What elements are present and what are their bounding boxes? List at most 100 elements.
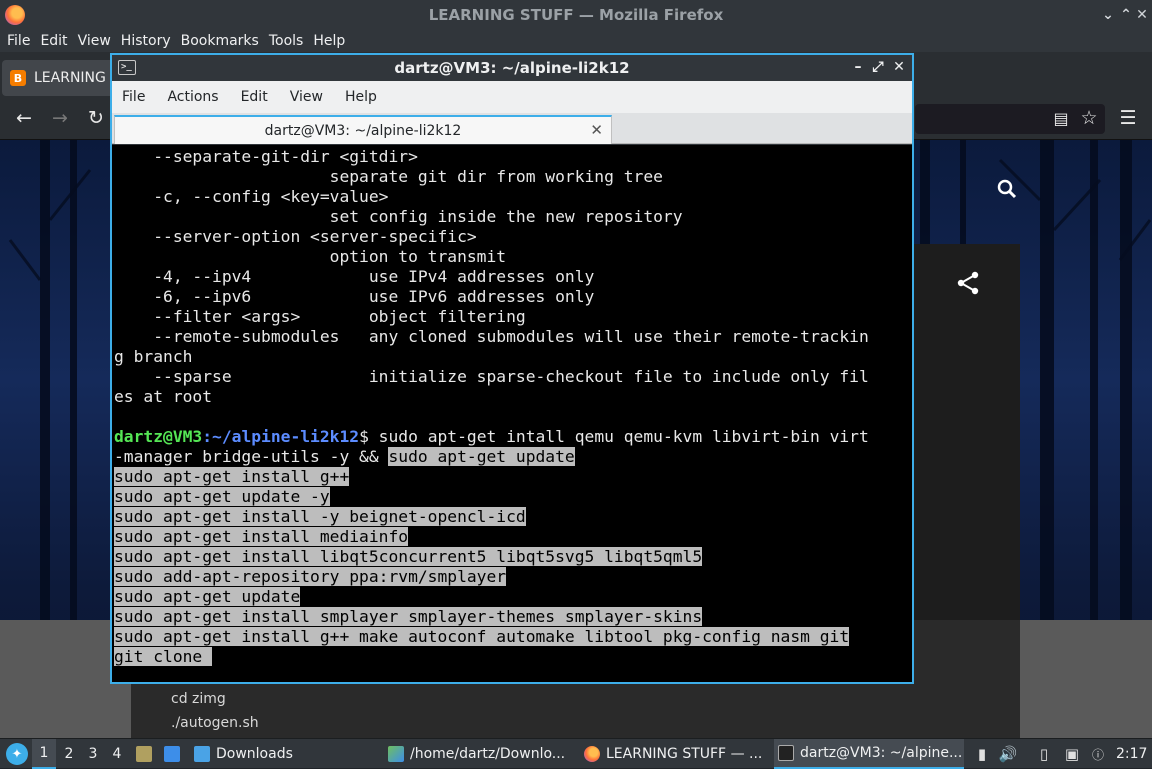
terminal-selected-line: sudo apt-get install libqt5concurrent5 l… xyxy=(114,547,703,567)
terminal-command-continuation: -manager bridge-utils -y && sudo apt-get… xyxy=(114,447,575,467)
page-side-panel xyxy=(912,244,1020,620)
task-terminal[interactable]: dartz@VM3: ~/alpine... xyxy=(774,739,964,769)
selected-text: git clone xyxy=(114,647,213,666)
prompt-user: dartz@VM3 xyxy=(114,427,203,446)
terminal-output-line: set config inside the new repository xyxy=(114,207,683,226)
terminal-output-line: --filter <args> object filtering xyxy=(114,307,526,326)
app-launcher-icon[interactable]: ✦ xyxy=(6,743,28,765)
show-desktop-icon[interactable] xyxy=(162,744,182,764)
downloads-label: Downloads xyxy=(216,746,293,762)
terminal-window[interactable]: >_ dartz@VM3: ~/alpine-li2k12 – ⤢ ✕ File… xyxy=(110,53,914,684)
terminal-screen[interactable]: --separate-git-dir <gitdir> separate git… xyxy=(112,145,912,682)
file-manager-icon[interactable] xyxy=(134,744,154,764)
taskbar: ✦ 1 2 3 4 Downloads /home/dartz/Downlo..… xyxy=(0,738,1152,769)
command-continuation-text: -manager bridge-utils -y && xyxy=(114,447,389,466)
selected-text: sudo apt-get install libqt5concurrent5 l… xyxy=(114,547,703,566)
selected-text: sudo apt-get install g++ make autoconf a… xyxy=(114,627,850,646)
task-terminal-label: dartz@VM3: ~/alpine... xyxy=(800,745,963,761)
terminal-menu-file[interactable]: File xyxy=(114,89,153,105)
post-code-line: ./autogen.sh xyxy=(171,715,259,731)
terminal-menu-edit[interactable]: Edit xyxy=(233,89,276,105)
notes-icon[interactable]: ▯ xyxy=(1034,744,1054,764)
terminal-output-line: -4, --ipv4 use IPv4 addresses only xyxy=(114,267,595,286)
desktop-2[interactable]: 2 xyxy=(57,739,81,769)
menu-edit[interactable]: Edit xyxy=(35,33,72,49)
menu-history[interactable]: History xyxy=(116,33,176,49)
terminal-menu-actions[interactable]: Actions xyxy=(159,89,226,105)
desktop-4[interactable]: 4 xyxy=(105,739,129,769)
selected-text: sudo apt-get install g++ xyxy=(114,467,350,486)
terminal-output-line: --sparse initialize sparse-checkout file… xyxy=(114,367,869,386)
terminal-tabbar: dartz@VM3: ~/alpine-li2k12 ✕ xyxy=(112,113,912,144)
terminal-tab[interactable]: dartz@VM3: ~/alpine-li2k12 ✕ xyxy=(114,115,612,144)
terminal-menu-help[interactable]: Help xyxy=(337,89,385,105)
volume-icon[interactable]: 🔊 xyxy=(998,744,1018,764)
terminal-output-line: es at root xyxy=(114,387,213,406)
selected-text: sudo add-apt-repository ppa:rvm/smplayer xyxy=(114,567,507,586)
firefox-logo-icon xyxy=(5,5,25,25)
menu-help[interactable]: Help xyxy=(308,33,350,49)
hamburger-menu-icon[interactable]: ☰ xyxy=(1116,106,1140,130)
notifications-icon[interactable]: ⓘ xyxy=(1088,744,1108,764)
prompt-command: $ sudo apt-get intall qemu qemu-kvm libv… xyxy=(359,427,869,446)
terminal-window-title: dartz@VM3: ~/alpine-li2k12 xyxy=(394,59,630,77)
post-code-line: cd zimg xyxy=(171,691,226,707)
terminal-tab-label: dartz@VM3: ~/alpine-li2k12 xyxy=(264,122,462,139)
terminal-titlebar: >_ dartz@VM3: ~/alpine-li2k12 – ⤢ ✕ xyxy=(112,55,912,81)
task-firefox[interactable]: LEARNING STUFF — ... xyxy=(584,739,770,769)
bookmark-star-icon[interactable]: ☆ xyxy=(1077,106,1101,130)
terminal-selected-line: sudo apt-get update xyxy=(114,587,301,607)
selected-text: sudo apt-get install -y beignet-opencl-i… xyxy=(114,507,526,526)
terminal-output-line: --server-option <server-specific> xyxy=(114,227,477,246)
share-icon[interactable] xyxy=(955,270,983,298)
terminal-output-line: -c, --config <key=value> xyxy=(114,187,389,206)
terminal-maximize-icon[interactable]: ⤢ xyxy=(870,59,886,77)
tab-close-icon[interactable]: ✕ xyxy=(590,121,603,139)
clipboard-icon[interactable]: ▮ xyxy=(972,744,992,764)
terminal-menubar: File Actions Edit View Help xyxy=(112,81,912,113)
terminal-selected-line: sudo apt-get install smplayer smplayer-t… xyxy=(114,607,703,627)
menu-view[interactable]: View xyxy=(73,33,116,49)
task-image-viewer[interactable]: /home/dartz/Downlo... xyxy=(388,739,578,769)
terminal-selected-line: sudo apt-get install g++ xyxy=(114,467,350,487)
terminal-close-icon[interactable]: ✕ xyxy=(891,59,907,77)
terminal-selected-line: sudo add-apt-repository ppa:rvm/smplayer xyxy=(114,567,507,587)
firefox-window-title: LEARNING STUFF — Mozilla Firefox xyxy=(428,6,724,24)
terminal-selected-line: sudo apt-get install mediainfo xyxy=(114,527,409,547)
network-icon[interactable]: ▣ xyxy=(1062,744,1082,764)
desktop-1[interactable]: 1 xyxy=(32,739,56,769)
terminal-selected-line: sudo apt-get install g++ make autoconf a… xyxy=(114,627,850,647)
terminal-menu-view[interactable]: View xyxy=(282,89,331,105)
back-arrow-icon[interactable]: ← xyxy=(12,106,36,130)
minimize-icon[interactable]: ⌄ xyxy=(1099,6,1117,24)
terminal-selected-line: sudo apt-get update -y xyxy=(114,487,330,507)
terminal-icon: >_ xyxy=(118,60,136,75)
clock[interactable]: 2:17 xyxy=(1116,739,1150,769)
forward-arrow-icon[interactable]: → xyxy=(48,106,72,130)
terminal-output-line: option to transmit xyxy=(114,247,507,266)
terminal-minimize-icon[interactable]: – xyxy=(850,59,866,77)
reload-icon[interactable]: ↻ xyxy=(84,106,108,130)
terminal-output-line: --separate-git-dir <gitdir> xyxy=(114,147,418,166)
firefox-tab-learning[interactable]: B LEARNING S xyxy=(2,60,122,96)
task-firefox-label: LEARNING STUFF — ... xyxy=(606,746,763,762)
menu-tools[interactable]: Tools xyxy=(264,33,309,49)
terminal-prompt-line: dartz@VM3:~/alpine-li2k12$ sudo apt-get … xyxy=(114,427,869,447)
desktop-3[interactable]: 3 xyxy=(81,739,105,769)
selected-text: sudo apt-get update xyxy=(114,587,301,606)
terminal-output-line: separate git dir from working tree xyxy=(114,167,663,186)
close-icon[interactable]: ✕ xyxy=(1133,6,1151,24)
terminal-output-line: --remote-submodules any cloned submodule… xyxy=(114,327,869,346)
search-icon[interactable] xyxy=(996,178,1020,202)
terminal-selected-line: git clone xyxy=(114,647,213,667)
prompt-path: :~/alpine-li2k12 xyxy=(202,427,360,446)
menu-file[interactable]: File xyxy=(2,33,35,49)
selected-text: sudo apt-get install smplayer smplayer-t… xyxy=(114,607,703,626)
task-image-viewer-label: /home/dartz/Downlo... xyxy=(410,746,566,762)
downloads-launcher[interactable]: Downloads xyxy=(194,739,304,769)
reader-view-icon[interactable]: ▤ xyxy=(1049,106,1073,130)
firefox-menubar: File Edit View History Bookmarks Tools H… xyxy=(0,30,1152,52)
menu-bookmarks[interactable]: Bookmarks xyxy=(176,33,264,49)
blogger-icon: B xyxy=(10,70,26,86)
selected-text: sudo apt-get update -y xyxy=(114,487,330,506)
